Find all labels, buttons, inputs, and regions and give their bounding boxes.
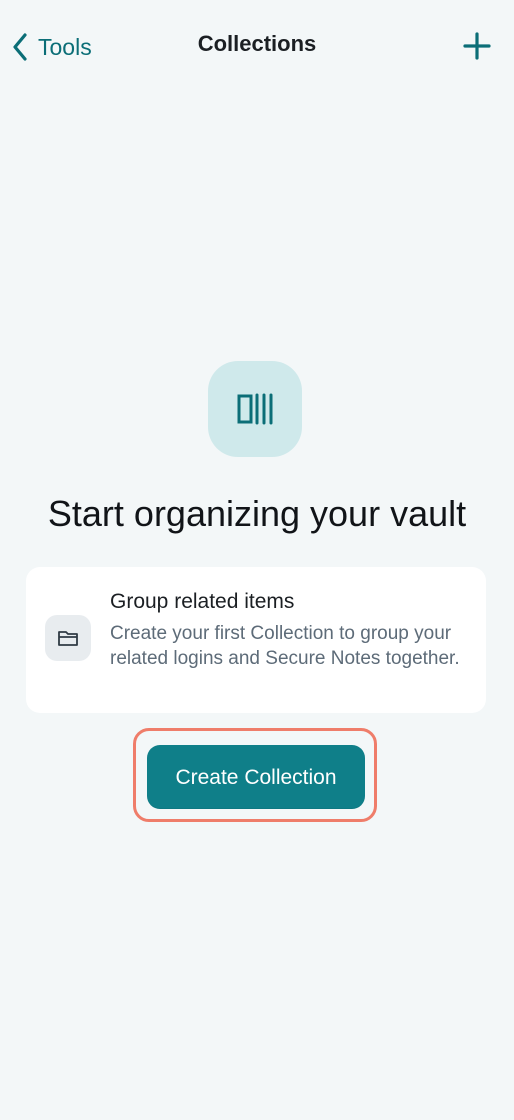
create-collection-button[interactable]: Create Collection [147,745,365,809]
collection-icon [208,361,302,457]
top-navigation-bar: Tools Collections [0,0,514,92]
info-card: Group related items Create your first Co… [26,567,486,713]
card-title: Group related items [110,590,295,613]
page-title: Collections [197,31,317,56]
card-body: Create your first Collection to group yo… [110,623,460,669]
empty-state-headline: Start organizing your vault [47,493,467,534]
plus-icon[interactable] [462,31,492,61]
folder-icon [45,615,91,661]
